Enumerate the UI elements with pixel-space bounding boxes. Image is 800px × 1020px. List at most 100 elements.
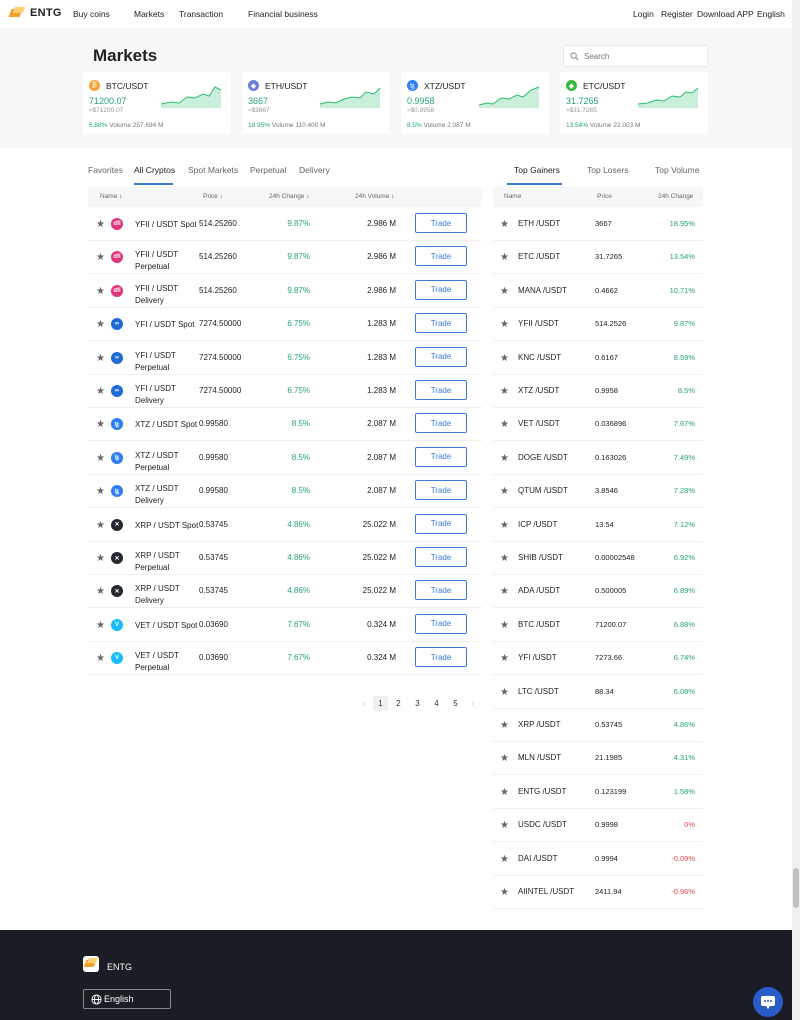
table-row[interactable]: ★ ✕ XRP / USDT Perpetual 0.53745 4.86% 25.022… [88, 542, 482, 575]
trade-button[interactable]: Trade [415, 380, 467, 400]
favorite-star-icon[interactable]: ★ [500, 888, 509, 898]
table-row[interactable]: ★ V VET / USDT Perpetual 0.03690 7.67% 0.324 … [88, 642, 482, 676]
favorite-star-icon[interactable]: ★ [500, 220, 509, 230]
trade-button[interactable]: Trade [415, 313, 467, 334]
page-4[interactable]: 4 [429, 696, 444, 711]
table-row[interactable]: ★ ∞ YFI / USDT Spot 7274.50000 6.75% 1.283 M T… [88, 308, 482, 342]
gainer-row[interactable]: ★ YFI /USDT 7273.66 6.74% [493, 642, 703, 676]
favorite-star-icon[interactable]: ★ [500, 554, 509, 564]
favorite-star-icon[interactable]: ★ [500, 487, 509, 497]
next-page-icon[interactable]: › [465, 696, 480, 711]
table-row[interactable]: ★ ∞ YFI / USDT Delivery 7274.50000 6.75% 1.28… [88, 375, 482, 408]
gainer-row[interactable]: ★ QTUM /USDT 3.8546 7.28% [493, 475, 703, 509]
gainer-row[interactable]: ★ KNC /USDT 0.6167 8.59% [493, 342, 703, 375]
register-link[interactable]: Register [661, 9, 693, 19]
tab-top-losers[interactable]: Top Losers [587, 165, 629, 175]
column-24h-change[interactable]: 24h Change ↕ [269, 193, 309, 200]
gainer-row[interactable]: ★ AIINTEL /USDT 2411.94 -0.96% [493, 876, 703, 909]
table-row[interactable]: ★ ꜩ XTZ / USDT Perpetual 0.99580 8.5% 2.087 M… [88, 442, 482, 475]
trade-button[interactable]: Trade [415, 279, 467, 300]
market-card[interactable]: ◆ ETH/USDT 3667 ≈$3667 18.95% Volume 110.400… [242, 72, 390, 134]
favorite-star-icon[interactable]: ★ [96, 220, 105, 230]
trade-button[interactable]: Trade [415, 547, 467, 567]
favorite-star-icon[interactable]: ★ [500, 654, 509, 664]
table-row[interactable]: ★ dfi YFII / USDT Delivery 514.25260 9.87% 2.… [88, 275, 482, 308]
gainer-row[interactable]: ★ XTZ /USDT 0.9958 8.5% [493, 375, 703, 408]
favorite-star-icon[interactable]: ★ [96, 320, 105, 330]
tab-favorites[interactable]: Favorites [88, 165, 123, 175]
gainer-row[interactable]: ★ YFII /USDT 514.2526 9.87% [493, 308, 703, 342]
gainer-row[interactable]: ★ MANA /USDT 0.4662 10.71% [493, 275, 703, 308]
gainer-row[interactable]: ★ ETC /USDT 31.7265 13.54% [493, 241, 703, 275]
column-price[interactable]: Price ↕ [203, 193, 223, 200]
favorite-star-icon[interactable]: ★ [500, 787, 509, 798]
favorite-star-icon[interactable]: ★ [500, 854, 509, 865]
gainer-row[interactable]: ★ MLN /USDT 21.1985 4.31% [493, 742, 703, 776]
page-3[interactable]: 3 [410, 696, 425, 711]
gainer-row[interactable]: ★ USDC /USDT 0.9998 0% [493, 809, 703, 843]
table-row[interactable]: ★ ꜩ XTZ / USDT Delivery 0.99580 8.5% 2.087 M T… [88, 475, 482, 509]
trade-button[interactable]: Trade [415, 246, 467, 267]
table-row[interactable]: ★ dfi YFII / USDT Spot 514.25260 9.87% 2.986 … [88, 208, 482, 241]
favorite-star-icon[interactable]: ★ [500, 587, 509, 597]
tab-all-cryptos[interactable]: All Cryptos [134, 165, 175, 175]
language-selector[interactable]: English [757, 9, 785, 19]
favorite-star-icon[interactable]: ★ [500, 387, 509, 397]
trade-button[interactable]: Trade [415, 346, 467, 367]
favorite-star-icon[interactable]: ★ [96, 253, 105, 263]
page-1[interactable]: 1 [373, 696, 388, 711]
market-card[interactable]: ₿ BTC/USDT 71200.07 ≈$71200.07 6.88% Volume … [83, 72, 231, 134]
scrollbar-thumb[interactable] [793, 868, 799, 908]
column-name[interactable]: Name ↕ [100, 193, 122, 200]
nav-markets[interactable]: Markets [134, 9, 164, 19]
table-row[interactable]: ★ ∞ YFI / USDT Perpetual 7274.50000 6.75% 1.2… [88, 342, 482, 375]
login-link[interactable]: Login [633, 9, 654, 19]
favorite-star-icon[interactable]: ★ [96, 286, 105, 297]
trade-button[interactable]: Trade [415, 647, 467, 668]
gainer-row[interactable]: ★ BTC /USDT 71200.07 6.88% [493, 609, 703, 642]
gainer-row[interactable]: ★ SHIB /USDT 0.00002548 6.92% [493, 542, 703, 575]
gainer-row[interactable]: ★ ADA /USDT 0.500005 6.89% [493, 575, 703, 609]
favorite-star-icon[interactable]: ★ [500, 453, 509, 464]
trade-button[interactable]: Trade [415, 580, 467, 601]
logo[interactable]: ENTG [8, 7, 62, 19]
tab-spot-markets[interactable]: Spot Markets [188, 165, 238, 175]
favorite-star-icon[interactable]: ★ [96, 587, 105, 597]
favorite-star-icon[interactable]: ★ [500, 754, 509, 764]
favorite-star-icon[interactable]: ★ [500, 253, 509, 263]
favorite-star-icon[interactable]: ★ [96, 654, 105, 664]
gainer-row[interactable]: ★ VET /USDT 0.036896 7.67% [493, 408, 703, 442]
favorite-star-icon[interactable]: ★ [96, 520, 105, 531]
favorite-star-icon[interactable]: ★ [500, 721, 509, 731]
prev-page-icon[interactable]: ‹ [357, 696, 372, 711]
table-row[interactable]: ★ ✕ XRP / USDT Delivery 0.53745 4.86% 25.022 … [88, 575, 482, 609]
favorite-star-icon[interactable]: ★ [500, 520, 509, 531]
favorite-star-icon[interactable]: ★ [500, 320, 509, 330]
trade-button[interactable]: Trade [415, 613, 467, 634]
tab-top-volume[interactable]: Top Volume [655, 165, 699, 175]
gainer-row[interactable]: ★ LTC /USDT 88.34 6.08% [493, 676, 703, 709]
nav-transaction[interactable]: Transaction [179, 9, 223, 19]
favorite-star-icon[interactable]: ★ [500, 353, 509, 364]
favorite-star-icon[interactable]: ★ [96, 487, 105, 497]
search-input[interactable] [584, 51, 704, 61]
gainer-row[interactable]: ★ ETH /USDT 3667 18.95% [493, 208, 703, 241]
trade-button[interactable]: Trade [415, 446, 467, 467]
trade-button[interactable]: Trade [415, 513, 467, 534]
favorite-star-icon[interactable]: ★ [96, 620, 105, 631]
nav-financial-business[interactable]: Financial business [248, 9, 318, 19]
table-row[interactable]: ★ ✕ XRP / USDT Spot 0.53745 4.86% 25.022 M Tra… [88, 509, 482, 542]
chat-support-button[interactable] [753, 987, 783, 1017]
footer-language-button[interactable]: English [83, 989, 171, 1009]
favorite-star-icon[interactable]: ★ [500, 420, 509, 430]
column-24h-volume[interactable]: 24h Volume ↕ [355, 193, 394, 200]
tab-top-gainers[interactable]: Top Gainers [514, 165, 560, 175]
trade-button[interactable]: Trade [415, 213, 467, 233]
market-card[interactable]: ꜩ XTZ/USDT 0.9958 ≈$0.9958 8.5% Volume 2.087… [401, 72, 549, 134]
tab-perpetual[interactable]: Perpetual [250, 165, 286, 175]
favorite-star-icon[interactable]: ★ [96, 353, 105, 364]
favorite-star-icon[interactable]: ★ [96, 420, 105, 430]
table-row[interactable]: ★ dfi YFII / USDT Perpetual 514.25260 9.87% 2… [88, 241, 482, 275]
favorite-star-icon[interactable]: ★ [96, 387, 105, 397]
trade-button[interactable]: Trade [415, 480, 467, 501]
